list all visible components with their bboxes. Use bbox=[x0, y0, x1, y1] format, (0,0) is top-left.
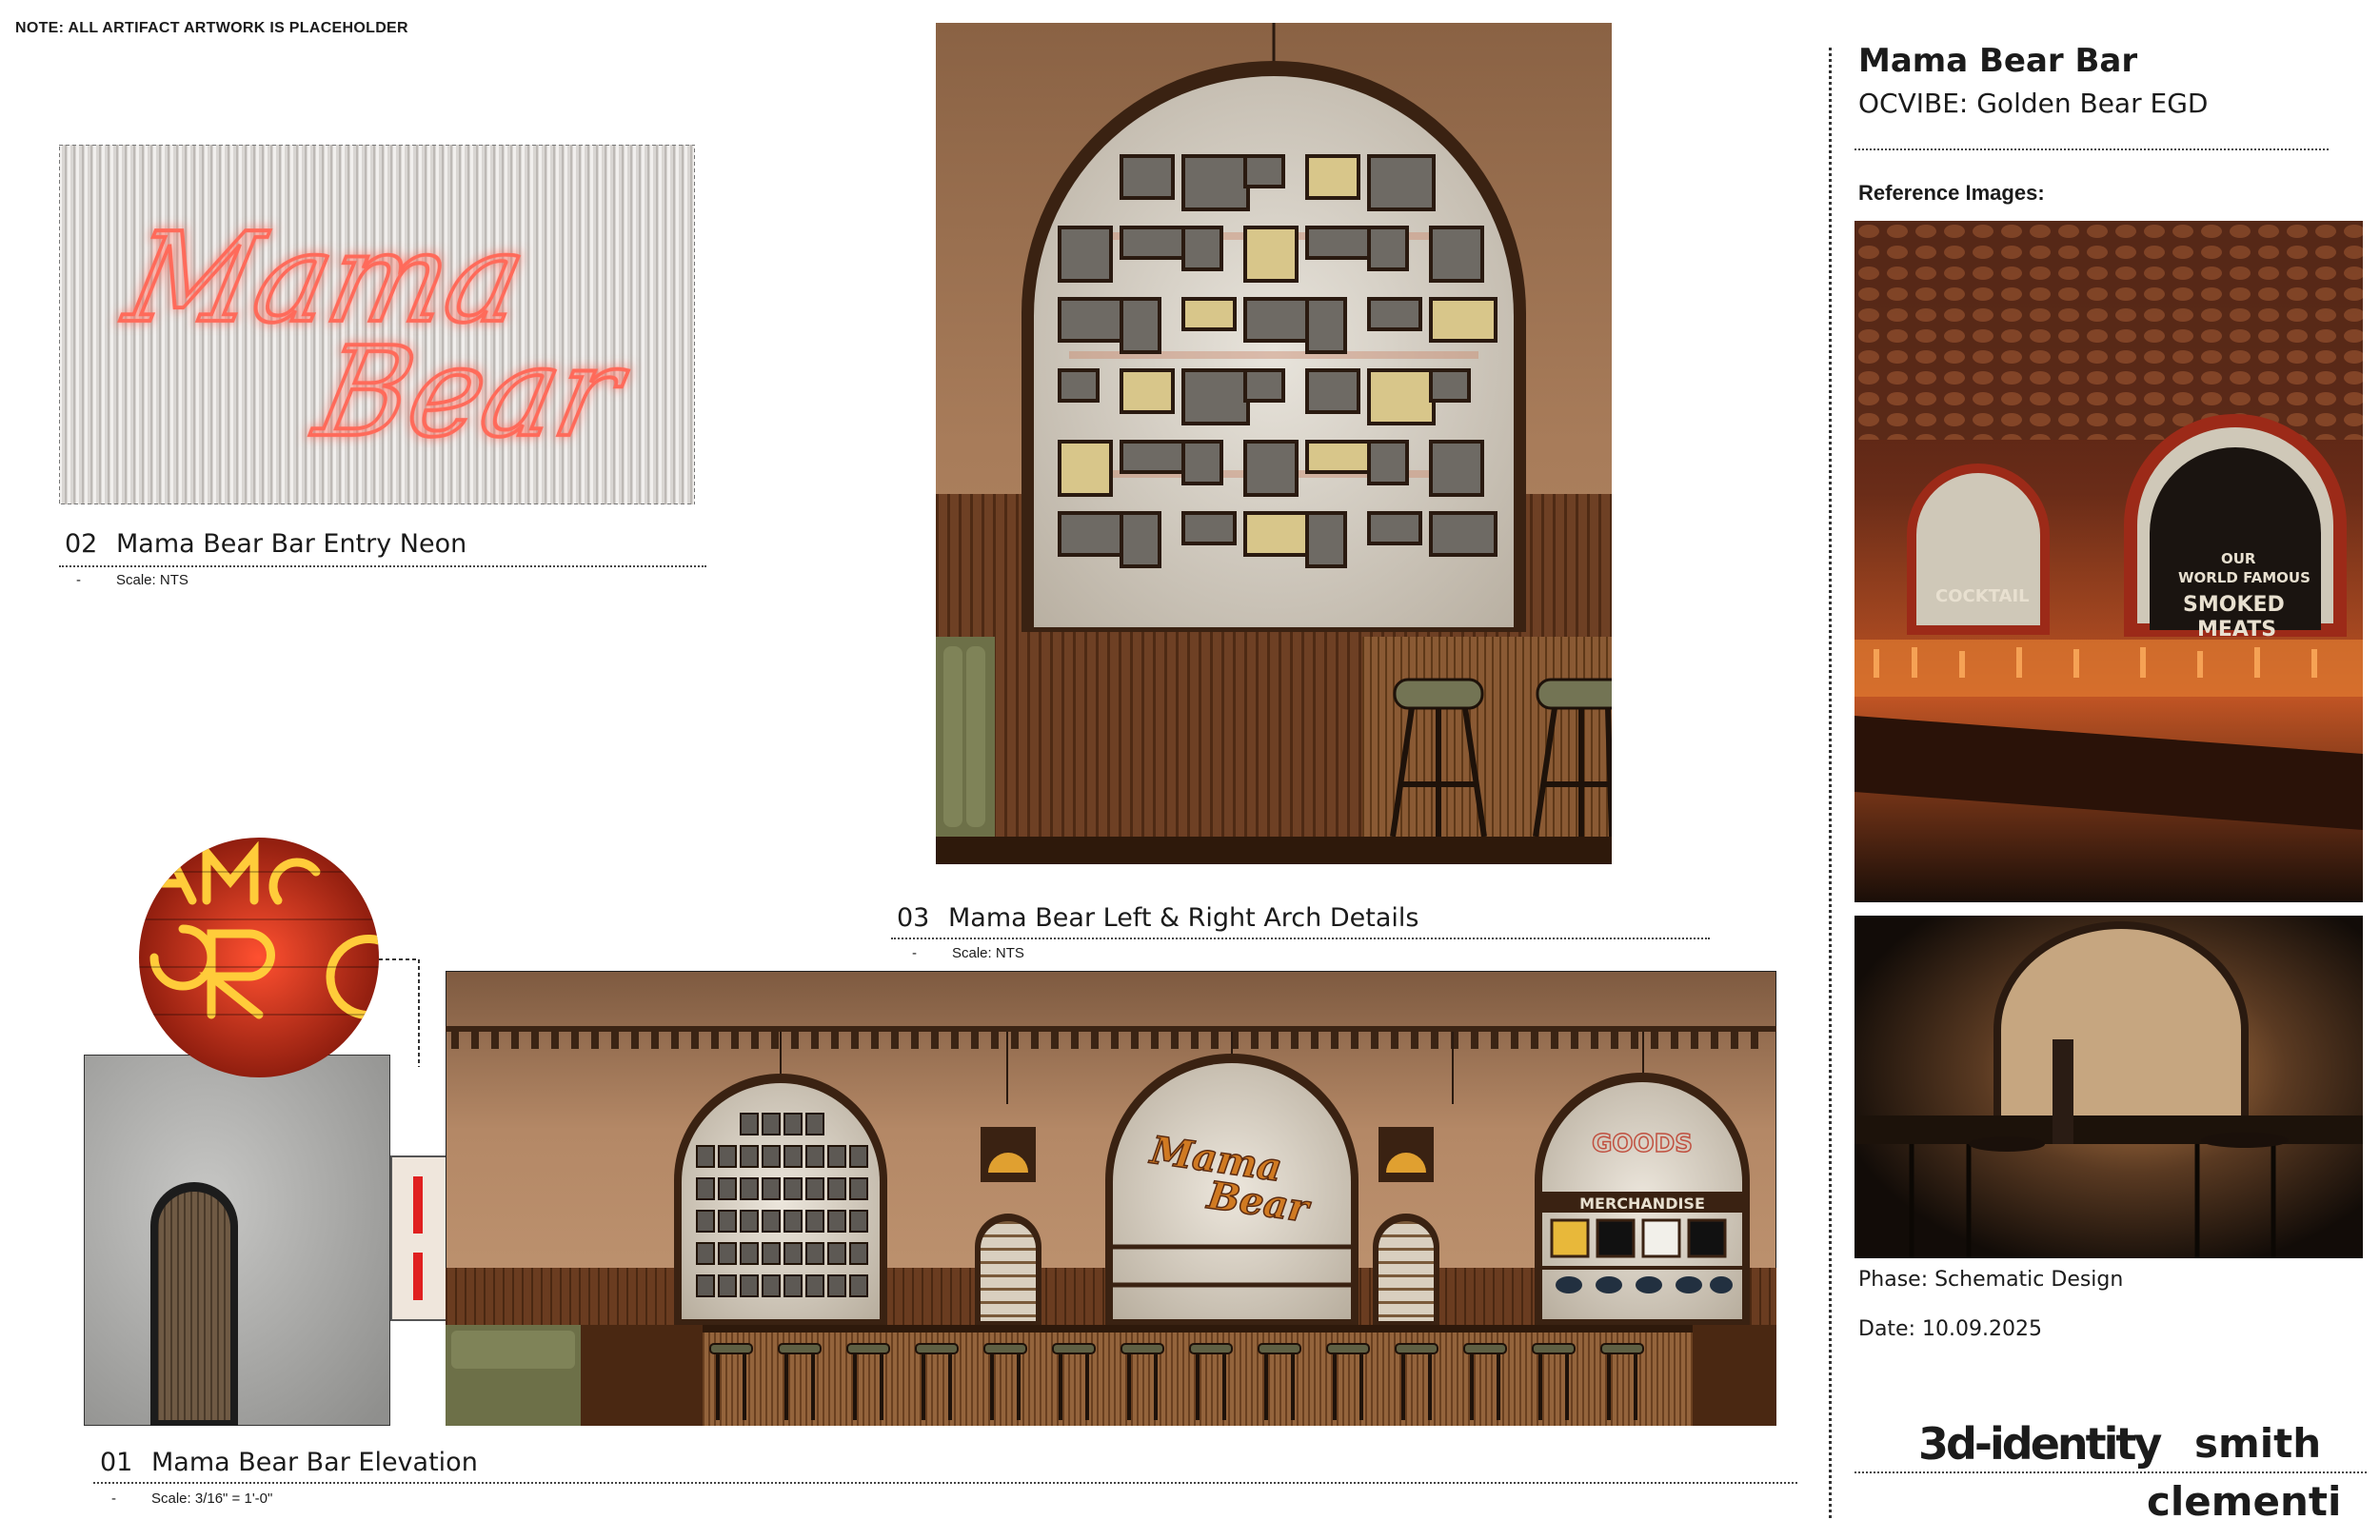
elevation-panel-title: Mama Bear Bar Elevation bbox=[151, 1448, 478, 1477]
neon-caption-rule bbox=[59, 565, 706, 567]
arch-scale-dash: - bbox=[912, 945, 917, 961]
arch-detail-rendering bbox=[936, 23, 1612, 864]
arch-panel-number: 03 bbox=[897, 903, 930, 933]
title-rule bbox=[1854, 148, 2329, 150]
arch-scale: Scale: NTS bbox=[952, 945, 1024, 961]
elevation-scale: Scale: 3/16" = 1'-0" bbox=[151, 1491, 273, 1507]
arch-panel-title: Mama Bear Left & Right Arch Details bbox=[948, 903, 1419, 933]
logo-rule bbox=[1854, 1471, 2367, 1473]
logo-3d-identity: 3d-identity bbox=[1918, 1418, 2162, 1470]
elevation-goods-sign: GOODS bbox=[1592, 1130, 1693, 1158]
arch-caption-rule bbox=[891, 938, 1710, 939]
elevation-scale-dash: - bbox=[111, 1491, 116, 1507]
neon-scale-dash: - bbox=[76, 572, 81, 588]
neon-scale: Scale: NTS bbox=[116, 572, 188, 588]
phase-label: Phase: Schematic Design bbox=[1858, 1268, 2124, 1292]
reference-photo-2 bbox=[1854, 916, 2363, 1258]
neon-text-bear: Bear bbox=[303, 321, 639, 464]
logo-clementi: clementi bbox=[2147, 1478, 2342, 1525]
placeholder-note: NOTE: ALL ARTIFACT ARTWORK IS PLACEHOLDE… bbox=[15, 20, 408, 36]
reference-photo-1: COCKTAIL OUR WORLD FAMOUS SMOKED MEATS bbox=[1854, 221, 2363, 902]
reference-sign-smoked: SMOKED bbox=[2183, 593, 2285, 617]
sheet-title: Mama Bear Bar bbox=[1858, 42, 2138, 80]
logo-smith: smith bbox=[2194, 1420, 2322, 1467]
neon-panel-number: 02 bbox=[65, 529, 98, 559]
reference-images-label: Reference Images: bbox=[1858, 181, 2045, 205]
reference-sign-world-famous: WORLD FAMOUS bbox=[2178, 569, 2311, 586]
elevation-merchandise-sign: MERCHANDISE bbox=[1579, 1194, 1705, 1213]
reference-sign-cocktail: COCKTAIL bbox=[1935, 586, 2030, 606]
neon-panel-title: Mama Bear Bar Entry Neon bbox=[116, 529, 467, 559]
elevation-panel-number: 01 bbox=[100, 1448, 133, 1477]
sheet-divider bbox=[1829, 48, 1832, 1518]
reference-sign-our: OUR bbox=[2221, 550, 2256, 567]
elevation-caption-rule bbox=[93, 1482, 1797, 1484]
date-label: Date: 10.09.2025 bbox=[1858, 1317, 2042, 1341]
sheet-subtitle: OCVIBE: Golden Bear EGD bbox=[1858, 88, 2209, 119]
entry-concrete-wall bbox=[84, 1055, 390, 1426]
reference-sign-meats: MEATS bbox=[2197, 618, 2276, 642]
bar-elevation-rendering: Mama Bear GOODS MERCHANDISE bbox=[446, 971, 1776, 1426]
neon-detail-callout bbox=[139, 838, 420, 1077]
entry-neon-strip bbox=[390, 1155, 451, 1321]
neon-sign-rendering: Mama Bear bbox=[59, 145, 695, 504]
